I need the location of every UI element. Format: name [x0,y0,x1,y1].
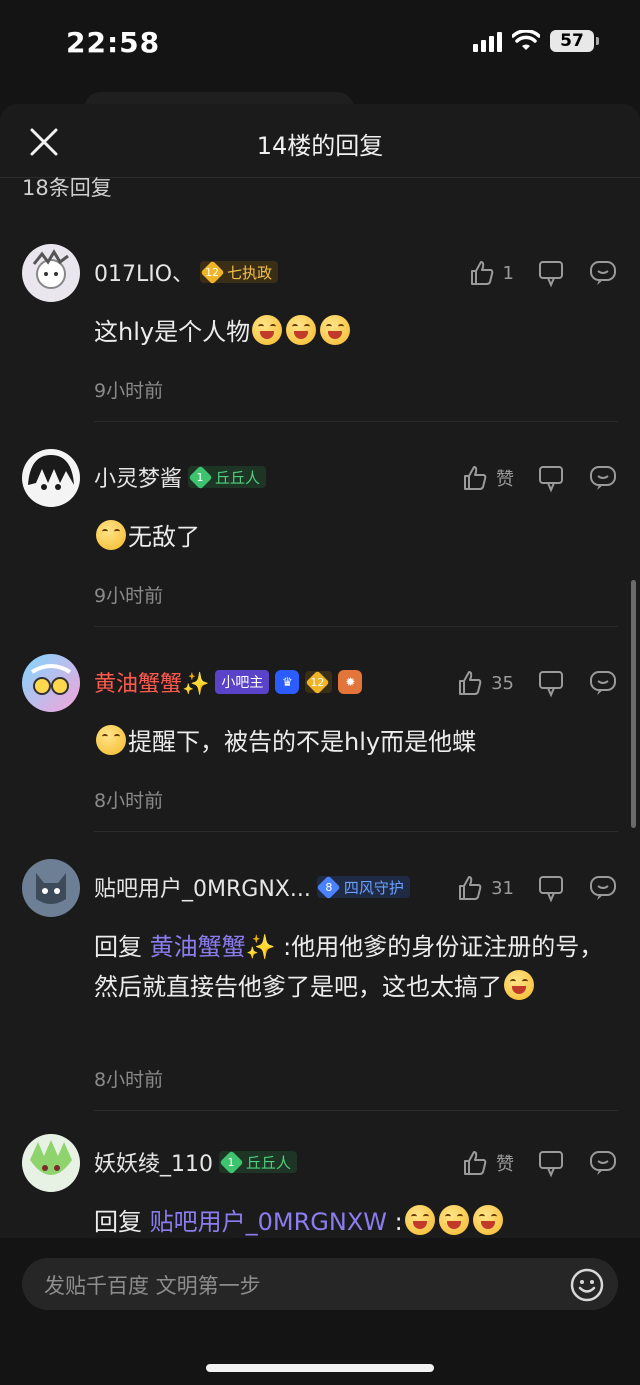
status-time: 22:58 [66,26,161,59]
reply-icon[interactable] [588,463,618,493]
divider [94,1110,618,1111]
level-badge: 12 七执政 [200,261,279,283]
username[interactable]: 017LIO、 [94,256,194,288]
comment-time: 8小时前 [94,790,164,812]
level-badge: 12 [305,671,333,693]
star-badge-icon: ✹ [338,670,363,694]
comment-text: 提醒下，被告的不是hly而是他蝶 [94,722,610,762]
status-icons: 57 [473,30,599,52]
divider [94,626,618,627]
dislike-icon[interactable] [536,258,566,288]
reply-icon[interactable] [588,1148,618,1178]
sheet-title: 14楼的回复 [256,132,384,160]
comment-actions: 1 [467,258,618,288]
dislike-icon[interactable] [536,1148,566,1178]
avatar[interactable] [22,654,80,712]
grin-emoji-icon [252,315,283,345]
comment-actions: 35 [455,668,618,698]
mention-link[interactable]: 黄油蟹蟹✨ [150,933,276,961]
avatar[interactable] [22,859,80,917]
battery-icon: 57 [550,30,599,52]
divider [94,831,618,832]
username[interactable]: 妖妖绫_110 [94,1146,213,1178]
reply-count: 18条回复 [22,176,112,200]
home-indicator[interactable] [206,1364,434,1372]
wifi-icon [512,30,540,50]
thumbs-up-icon [459,876,482,900]
thumbs-up-icon [470,261,493,285]
smile-emoji-icon [96,520,126,550]
comment-text: 回复 贴吧用户_0MRGNXW : [94,1202,610,1242]
emoji-icon[interactable] [570,1268,604,1302]
like-count: 35 [491,672,514,694]
dislike-icon[interactable] [536,668,566,698]
reply-icon[interactable] [588,873,618,903]
comment-input[interactable]: 发贴千百度 文明第一步 [22,1258,618,1310]
thumbs-up-icon [459,671,482,695]
like-count: 1 [502,262,514,284]
username-row: 小灵梦酱 1 丘丘人 [94,461,267,493]
comment-time: 9小时前 [94,380,164,402]
crown-badge-icon: ♛ [275,670,300,694]
avatar[interactable] [22,244,80,302]
reply-icon[interactable] [588,668,618,698]
grin-emoji-icon [320,315,351,345]
username-row: 017LIO、 12 七执政 [94,256,279,288]
comment-text: 无敌了 [94,517,610,557]
bottom-bar: 发贴千百度 文明第一步 [0,1238,640,1385]
like-button[interactable]: 35 [455,668,514,698]
grin-emoji-icon [438,1205,469,1235]
comment-text: 这hly是个人物 [94,312,610,352]
username-row: 贴吧用户_0MRGNX... 8 四风守护 [94,871,410,903]
like-button[interactable]: 31 [455,873,514,903]
grin-emoji-icon [286,315,317,345]
like-count: 31 [491,877,514,899]
moderator-badge: 小吧主 [215,670,270,694]
comment-text: 回复 黄油蟹蟹✨ :他用他爹的身份证注册的号，然后就直接告他爹了是吧，这也太搞了 [94,933,604,1001]
status-bar: 22:58 57 [0,0,640,88]
username[interactable]: 小灵梦酱 [94,461,182,493]
like-count: 赞 [496,1154,514,1175]
username-row: 妖妖绫_110 1 丘丘人 [94,1146,298,1178]
mention-link[interactable]: 贴吧用户_0MRGNXW [150,1208,387,1236]
scrollbar[interactable] [631,580,636,828]
divider [94,421,618,422]
thumbs-up-icon [464,1151,487,1175]
input-placeholder: 发贴千百度 文明第一步 [44,1274,261,1298]
like-button[interactable]: 1 [467,258,514,288]
avatar[interactable] [22,1134,80,1192]
like-button[interactable]: 赞 [460,1148,514,1178]
tongue-emoji-icon [96,725,126,755]
level-badge: 1 丘丘人 [188,466,267,488]
comment-actions: 赞 [460,1148,618,1178]
thumbs-up-icon [464,466,487,490]
cellular-signal-icon [473,30,502,52]
dislike-icon[interactable] [536,873,566,903]
comment-time: 8小时前 [94,1069,164,1091]
reply-sheet: 14楼的回复 18条回复 017LIO、 12 七执政 1 这hly是个人物 9小… [0,104,640,1385]
username-row: 黄油蟹蟹✨ 小吧主 ♛ 12 ✹ [94,666,363,698]
dislike-icon[interactable] [536,463,566,493]
avatar[interactable] [22,449,80,507]
like-count: 赞 [496,469,514,490]
comment-actions: 赞 [460,463,618,493]
comment-time: 9小时前 [94,585,164,607]
level-badge: 1 丘丘人 [219,1151,298,1173]
comment-actions: 31 [455,873,618,903]
username[interactable]: 贴吧用户_0MRGNX... [94,871,311,903]
username[interactable]: 黄油蟹蟹✨ [94,666,209,698]
sheet-header: 14楼的回复 [0,104,640,178]
grin-emoji-icon [472,1205,503,1235]
reply-icon[interactable] [588,258,618,288]
grin-emoji-icon [504,970,534,1000]
like-button[interactable]: 赞 [460,463,514,493]
level-badge: 8 四风守护 [316,876,410,898]
grin-emoji-icon [404,1205,435,1235]
